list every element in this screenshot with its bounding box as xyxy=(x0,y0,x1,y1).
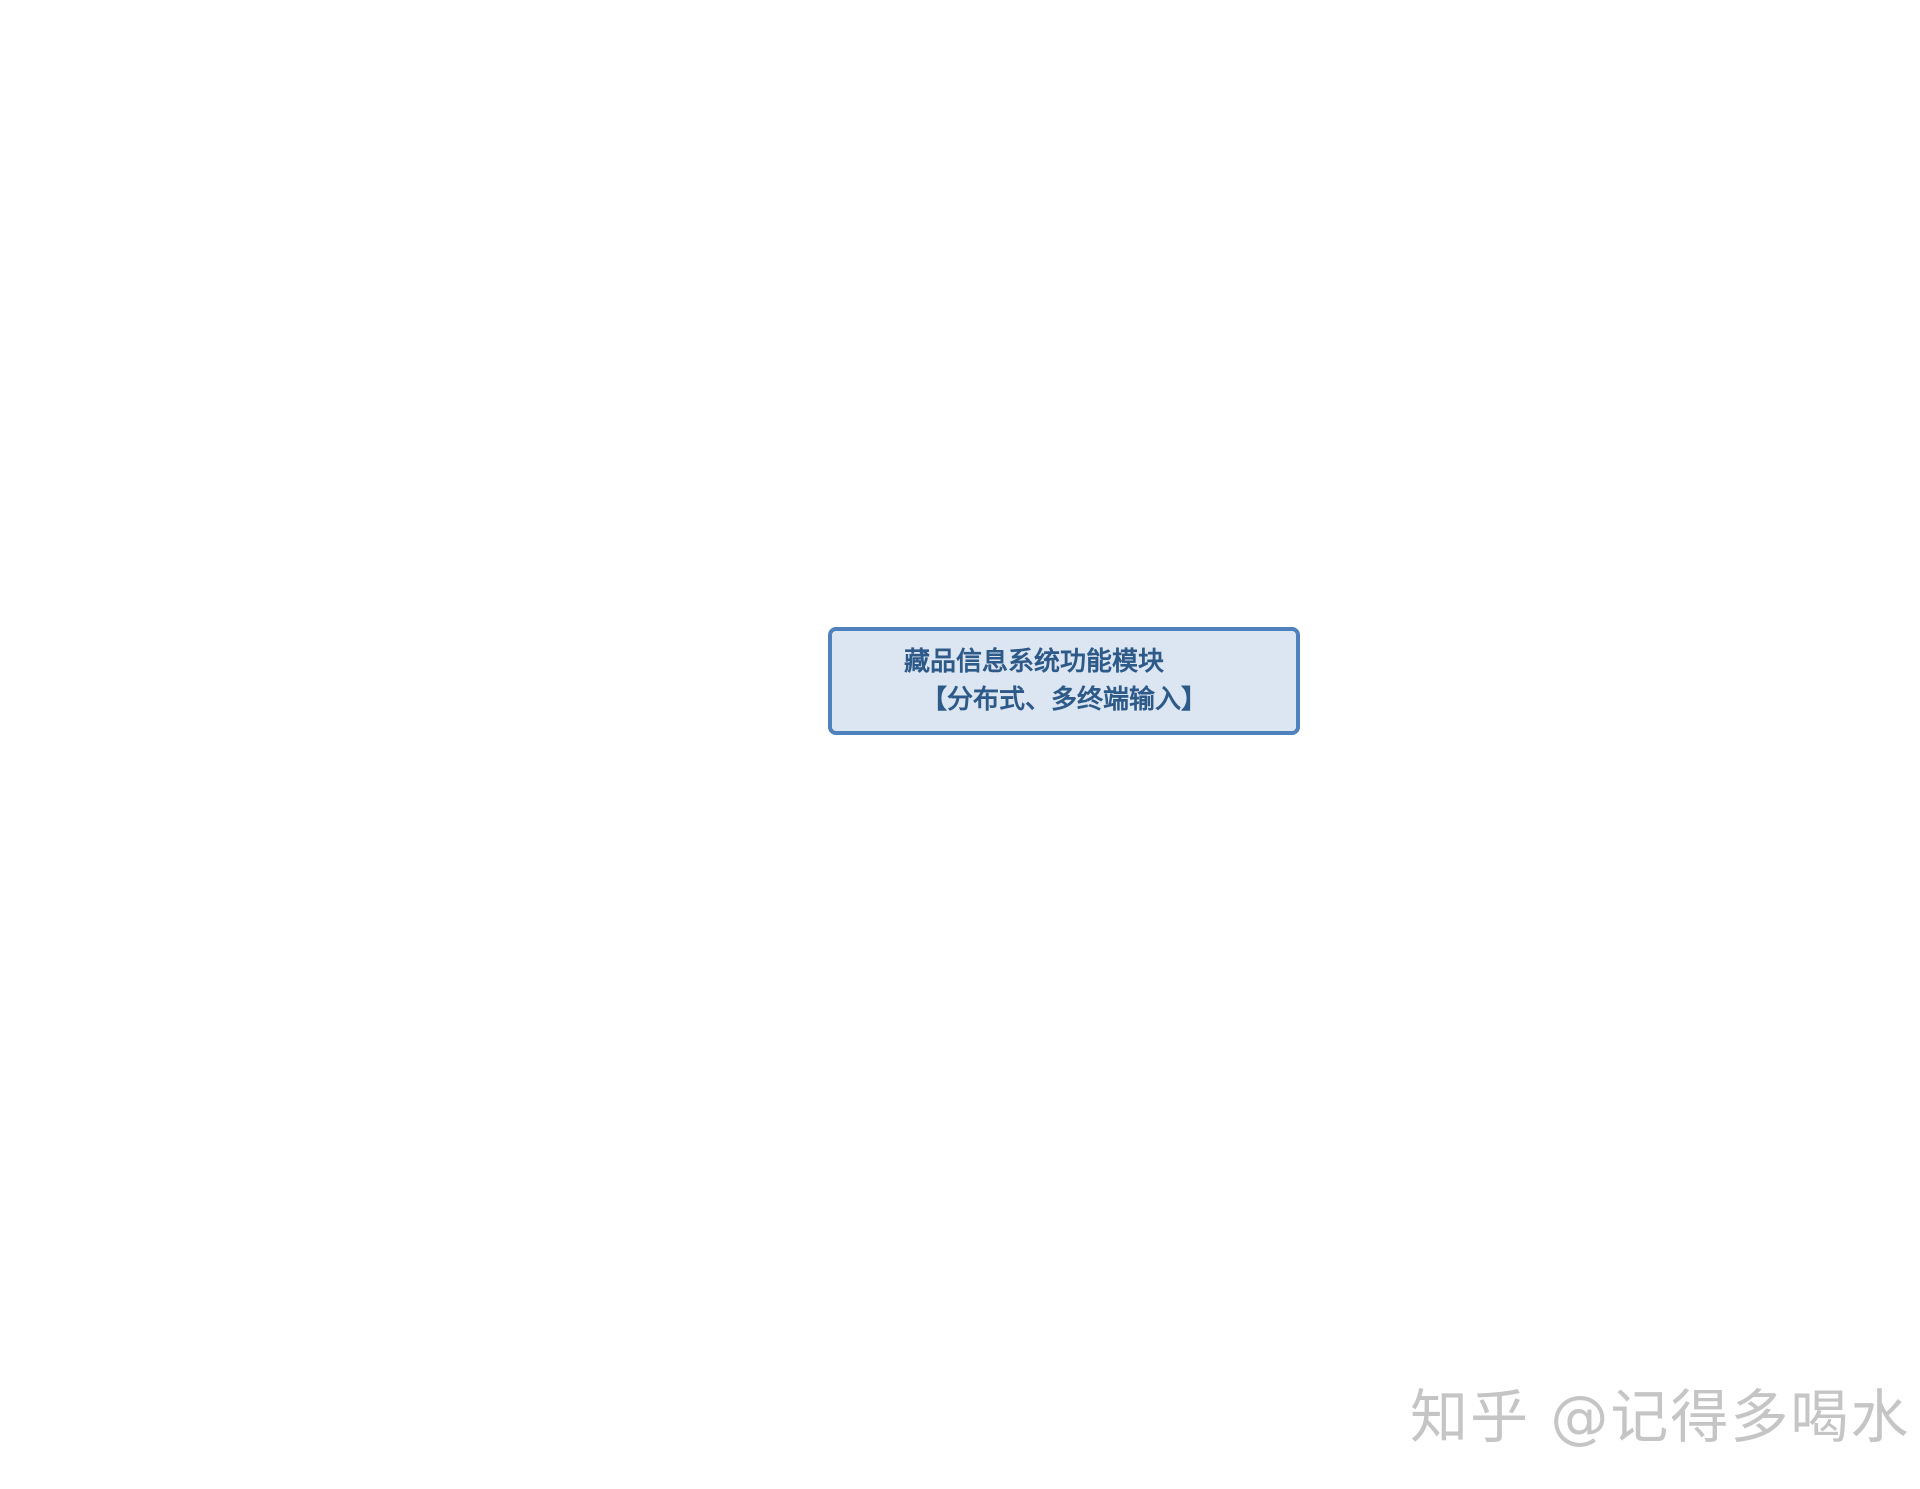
central-topic-title: 藏品信息系统功能模块 xyxy=(903,647,1164,677)
mindmap-canvas: 藏品信息系统功能模块 【分布式、多终端输入】 知乎 @记得多喝水 xyxy=(0,0,1920,1489)
watermark: 知乎 @记得多喝水 xyxy=(1410,1383,1911,1451)
central-topic[interactable]: 藏品信息系统功能模块 【分布式、多终端输入】 xyxy=(828,627,1300,735)
connector-lines xyxy=(0,0,1920,1489)
central-topic-subtitle: 【分布式、多终端输入】 xyxy=(920,685,1207,715)
